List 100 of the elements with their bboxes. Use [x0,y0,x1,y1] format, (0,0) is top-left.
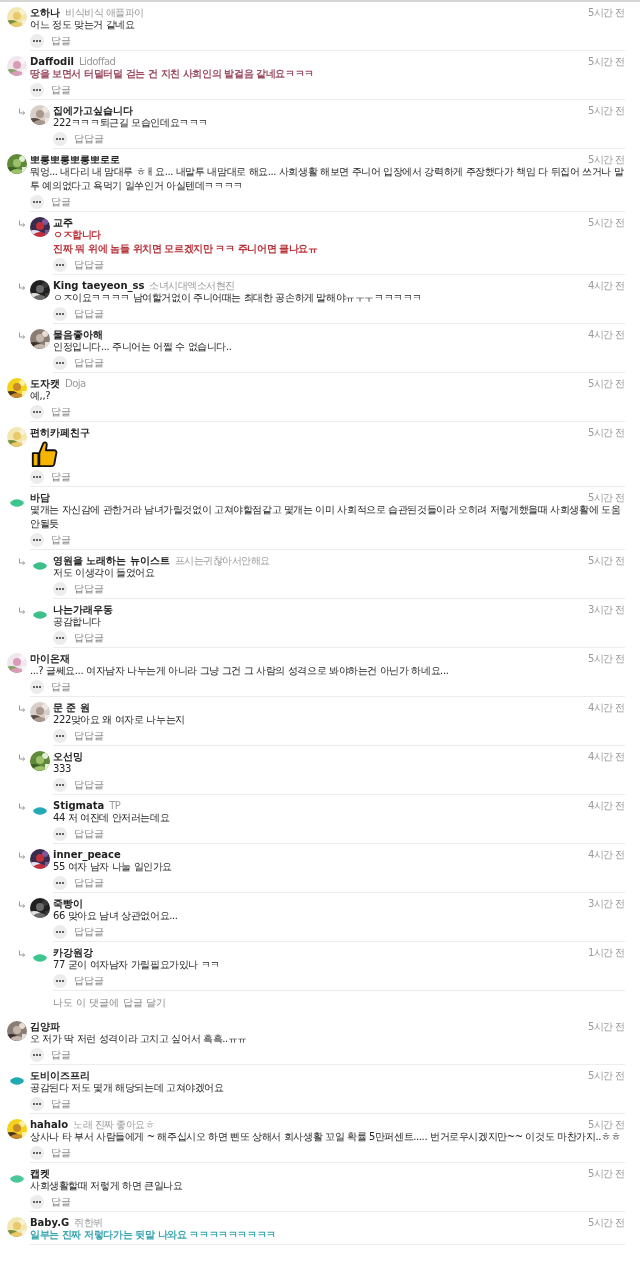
more-button[interactable] [53,728,67,743]
reply-button[interactable]: 답답글 [74,924,104,939]
author-name[interactable]: 카강원강 [53,946,93,960]
more-button[interactable] [30,194,44,209]
author-name[interactable]: 교주 [53,216,73,230]
more-button[interactable] [53,826,67,841]
more-button[interactable] [30,1194,44,1209]
reply-button[interactable]: 답답글 [74,355,104,370]
reply-button[interactable]: 답글 [51,82,71,97]
comment-text: 55 여자 남자 나눌 일인가요 [53,861,174,874]
reply-button[interactable]: 답글 [51,1194,71,1209]
author-name[interactable]: Daffodil [30,56,75,67]
author-name[interactable]: 캡켓 [30,1167,50,1181]
more-icon [56,587,64,590]
more-button[interactable] [30,1145,44,1160]
author-name[interactable]: 물음좋아해 [53,328,103,342]
reply-button[interactable]: 답답글 [74,777,104,792]
reply-button[interactable]: 답글 [51,194,71,209]
reply-button[interactable]: 답답글 [74,581,104,596]
comment-text: 사회생활할때 저렇게 하면 큰일나요 [30,1179,184,1193]
reply-button[interactable]: 답답글 [74,875,104,890]
reply-button[interactable]: 답답글 [74,131,104,146]
comment-text: 어느 정도 맞는거 같네요 [30,18,136,32]
reply-button[interactable]: 답글 [51,469,71,484]
reply-arrow-icon [18,108,26,116]
author-name[interactable]: 죽빵이 [53,897,83,911]
author-name[interactable]: 도자캣 [30,377,60,391]
user-title: 노래 진짜 좋아요ㅎ [73,1118,155,1132]
reply-arrow-icon [18,901,26,909]
author-name[interactable]: 편히카페친구 [30,426,90,440]
reply-link[interactable]: 나도 이 댓글에 답글 달기 [53,997,166,1008]
reply-button[interactable]: 답글 [51,1047,71,1062]
more-button[interactable] [30,33,44,48]
reply-button[interactable]: 답답글 [74,973,104,988]
comment-text: 333 [53,762,72,776]
more-button[interactable] [30,469,44,484]
comment-text: 공감된다 저도 몇개 해당되는데 고쳐야겠어요 [30,1081,225,1095]
author-name[interactable]: 마이온재 [30,652,70,666]
more-icon [33,685,41,688]
reply-button[interactable]: 답답글 [74,630,104,645]
more-icon [56,312,64,315]
author-name[interactable]: 나는가래우동 [53,603,113,617]
author-name[interactable]: 오하나 [30,6,60,20]
user-title: 쥐한뷔 [74,1216,103,1230]
more-icon [33,1151,41,1154]
more-button[interactable] [30,1047,44,1062]
reply-button[interactable]: 답글 [51,1096,71,1111]
comment-text: 저도 이생각이 들었어요 [53,566,156,580]
more-icon [33,475,41,478]
reply-arrow-icon [18,852,26,860]
more-button[interactable] [30,679,44,694]
reply-button[interactable]: 답답글 [74,728,104,743]
more-button[interactable] [30,1096,44,1111]
more-button[interactable] [30,404,44,419]
more-button[interactable] [53,777,67,792]
reply-button[interactable]: 답답글 [74,257,104,272]
reply-button[interactable]: 답답글 [74,306,104,321]
reply-button[interactable]: 답글 [51,33,71,48]
author-name[interactable]: hahalo [30,1119,69,1130]
comment-time: 3시간 전 [587,603,625,617]
reply-arrow-icon [18,558,26,566]
more-button[interactable] [53,973,67,988]
reply-button[interactable]: 답글 [51,532,71,547]
comment-text: 몇개는 자신감에 관한거라 남녀가릴것없이 고쳐야할점같고 몇개는 이미 사회적으로 습관된것들이라 오히려 저렇게했을때 사회생활에 도움안될듯 [30,503,622,531]
reply-arrow-icon [18,705,26,713]
more-button[interactable] [53,581,67,596]
reply-button[interactable]: 답답글 [74,826,104,841]
user-title: Lidoffad [79,56,116,67]
more-button[interactable] [53,306,67,321]
reply-button[interactable]: 답글 [51,679,71,694]
more-button[interactable] [53,131,67,146]
more-button[interactable] [53,875,67,890]
author-name[interactable]: 오선밍 [53,750,83,764]
author-name[interactable]: 문 준 원 [53,701,90,715]
reply-button[interactable]: 답글 [51,404,71,419]
author-name[interactable]: King taeyeon_ss [53,280,145,291]
comment-text: ㅇㅈ합니다 [53,228,102,242]
author-name[interactable]: 뽀롱뽀롱뽀롱뽀로로 [30,153,120,167]
more-button[interactable] [30,532,44,547]
more-button[interactable] [53,257,67,272]
more-icon [56,783,64,786]
author-name[interactable]: inner_peace [53,849,121,860]
author-name[interactable]: 바담 [30,491,50,505]
author-name[interactable]: Baby.G [30,1217,70,1228]
more-button[interactable] [53,924,67,939]
author-name[interactable]: 도비이즈프리 [30,1069,90,1083]
more-icon [33,200,41,203]
comment-text: 222맞아요 왜 여자로 나누는지 [53,713,186,727]
user-title: Doja [65,378,86,389]
user-title: 비식비식 애플파이 [65,6,144,20]
reply-button[interactable]: 답글 [51,1145,71,1160]
more-button[interactable] [30,82,44,97]
author-name[interactable]: Stigmata [53,800,105,811]
more-icon [33,1053,41,1056]
author-name[interactable]: 영원을 노래하는 뉴이스트 [53,554,170,568]
author-name[interactable]: 김양파 [30,1020,60,1034]
author-name[interactable]: 집에가고싶습니다 [53,104,133,118]
more-button[interactable] [53,355,67,370]
user-title: 프시는귀찮아서안해요 [174,554,270,568]
more-button[interactable] [53,630,67,645]
